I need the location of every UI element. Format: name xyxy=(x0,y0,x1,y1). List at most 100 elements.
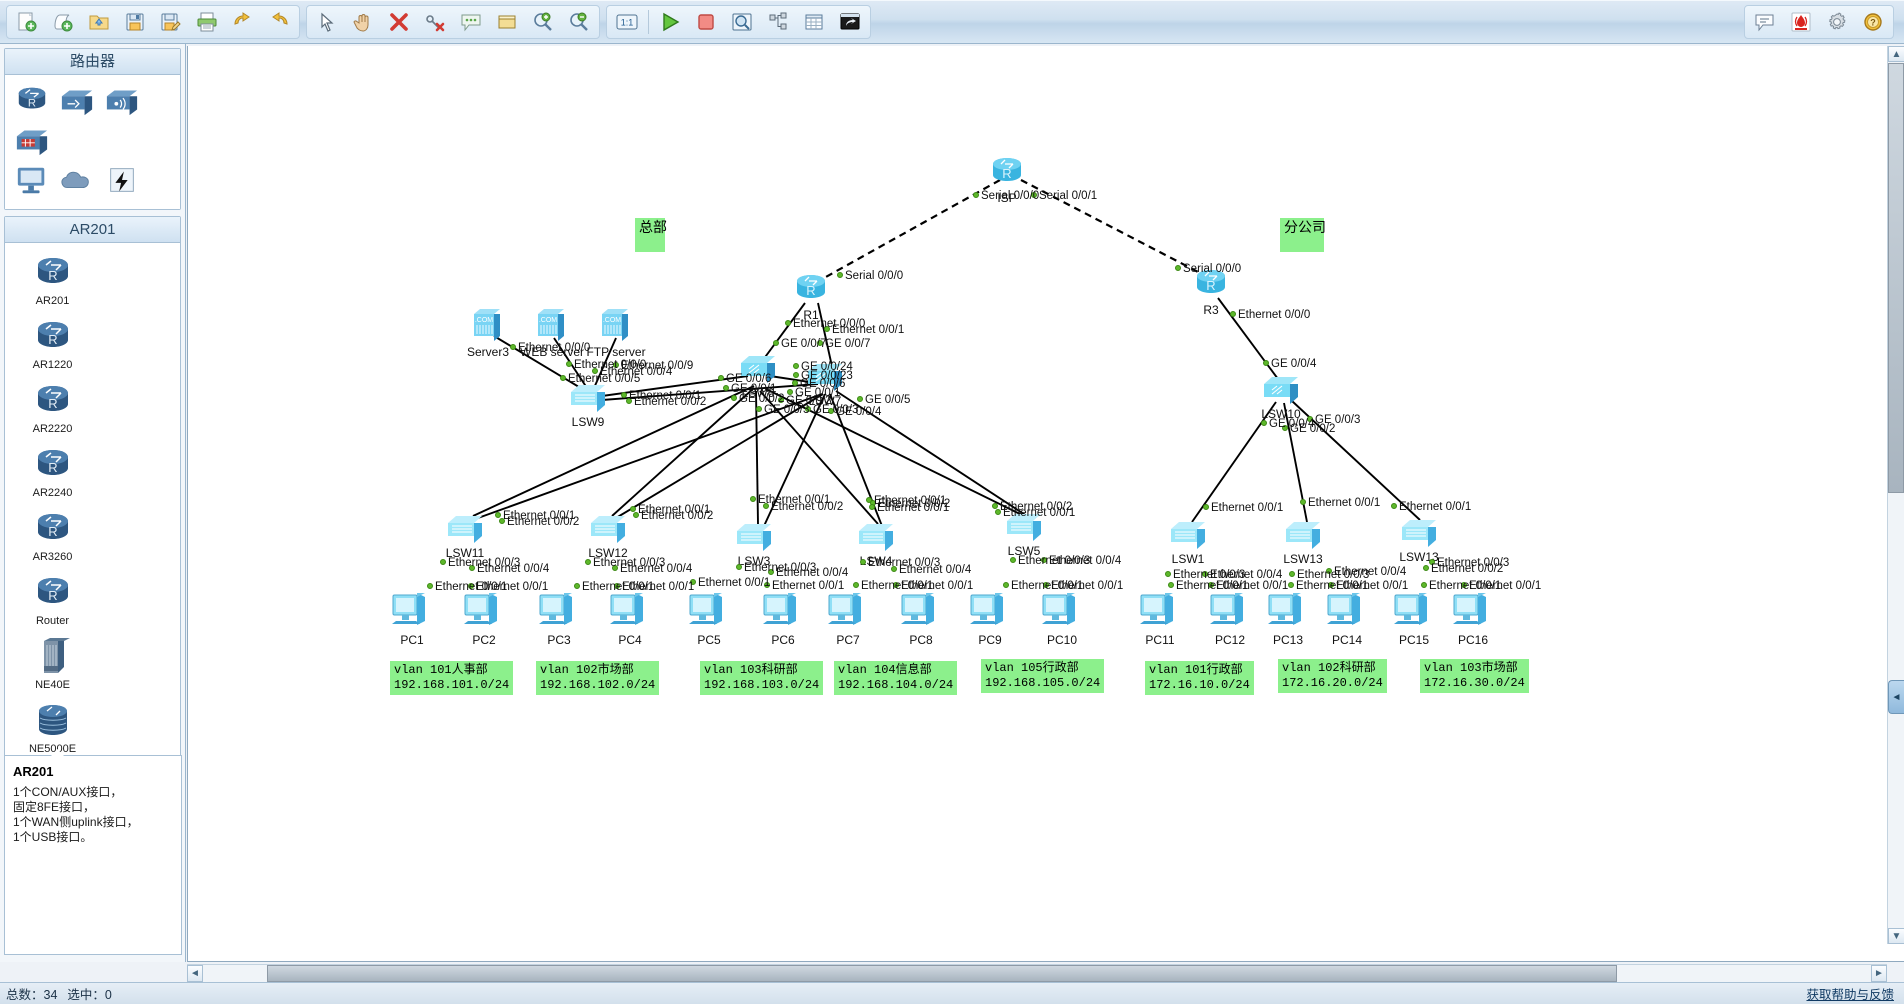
feedback-button[interactable] xyxy=(1747,7,1783,37)
select-tool-button[interactable] xyxy=(309,7,345,37)
save-button[interactable] xyxy=(117,7,153,37)
capture-button[interactable] xyxy=(724,7,760,37)
device-info-box: AR201 1个CON/AUX接口， 固定8FE接口， 1个WAN侧uplink… xyxy=(4,749,182,955)
help-button[interactable]: ? xyxy=(1855,7,1891,37)
toolbar-group-file xyxy=(6,4,300,39)
model-label: AR201 xyxy=(35,295,70,307)
svg-text:R: R xyxy=(48,460,57,475)
device-class-connection[interactable] xyxy=(99,163,144,197)
category-panel-title: 路由器 xyxy=(5,49,180,75)
topology-tree-button[interactable] xyxy=(760,7,796,37)
model-label: NE5000E xyxy=(28,743,77,755)
model-panel-title: AR201 xyxy=(5,217,180,243)
print-button[interactable] xyxy=(189,7,225,37)
delete-link-button[interactable] xyxy=(417,7,453,37)
svg-text:?: ? xyxy=(1870,17,1876,27)
device-class-endpoint[interactable] xyxy=(9,163,54,197)
device-library-panel: 路由器 R AR201 R AR201 R AR1220 R AR2220 R … xyxy=(0,44,186,962)
scroll-down-button[interactable]: ▼ xyxy=(1888,928,1904,944)
model-ne40e[interactable]: NE40E xyxy=(11,637,94,691)
side-drawer-toggle[interactable]: ◄ xyxy=(1888,680,1904,714)
note-vlan-105-admin[interactable]: vlan 105行政部 192.168.105.0/24 xyxy=(981,659,1105,693)
category-panel: 路由器 R xyxy=(4,48,181,210)
device-class-cloud[interactable] xyxy=(54,163,99,197)
svg-text:R: R xyxy=(48,588,57,603)
device-class-firewall[interactable] xyxy=(9,123,54,157)
zoom-out-button[interactable] xyxy=(561,7,597,37)
device-class-wlan[interactable] xyxy=(99,83,144,117)
open-folder-button[interactable] xyxy=(81,7,117,37)
note-vlan-102-research-branch[interactable]: vlan 102科研部 172.16.20.0/24 xyxy=(1278,659,1387,693)
scroll-left-button[interactable]: ◄ xyxy=(187,965,203,982)
model-label: Router xyxy=(35,615,70,627)
note-vlan-102-market[interactable]: vlan 102市场部 192.168.102.0/24 xyxy=(536,661,660,695)
grid-button[interactable] xyxy=(796,7,832,37)
add-shape-button[interactable] xyxy=(489,7,525,37)
note-vlan-101-admin-branch[interactable]: vlan 101行政部 172.16.10.0/24 xyxy=(1145,661,1254,695)
zoom-reset-button[interactable]: 1:1 xyxy=(609,7,645,37)
model-router[interactable]: R Router xyxy=(11,573,94,627)
note-vlan-101-hr[interactable]: vlan 101人事部 192.168.101.0/24 xyxy=(390,661,514,695)
category-panel-body: R xyxy=(5,75,180,209)
topology-notes-layer: 总部 分公司 vlan 101人事部 192.168.101.0/24 vlan 10… xyxy=(188,46,1868,936)
note-vlan-103-market-branch[interactable]: vlan 103市场部 172.16.30.0/24 xyxy=(1420,659,1529,693)
vertical-scroll-thumb[interactable] xyxy=(1888,63,1904,493)
status-total-count: 总数：34 xyxy=(6,988,58,1002)
toolbar-separator xyxy=(648,9,649,34)
model-ar3260[interactable]: R AR3260 xyxy=(11,509,94,563)
info-box-line: 1个WAN侧uplink接口， xyxy=(13,815,139,829)
toolbar-group-right: ? xyxy=(1744,4,1894,39)
info-box-line: 1个USB接口。 xyxy=(13,830,93,844)
info-box-line: 1个CON/AUX接口， xyxy=(13,785,123,799)
save-as-button[interactable] xyxy=(153,7,189,37)
model-ar201[interactable]: R AR201 xyxy=(11,253,94,307)
scroll-up-button[interactable]: ▲ xyxy=(1888,46,1904,62)
model-ar2240[interactable]: R AR2240 xyxy=(11,445,94,499)
topology-canvas[interactable]: R ISP R R1 R R3 .COM Server3 .COM WEB serve… xyxy=(188,46,1868,936)
topology-canvas-viewport[interactable]: R ISP R R1 R R3 .COM Server3 .COM WEB serve… xyxy=(187,46,1904,962)
model-ne5000e[interactable]: NE5000E xyxy=(11,701,94,755)
model-label: AR2240 xyxy=(32,487,73,499)
redo-button[interactable] xyxy=(261,7,297,37)
svg-text:R: R xyxy=(48,268,57,283)
device-class-switch[interactable] xyxy=(54,83,99,117)
category-row-1: R xyxy=(9,81,176,161)
model-label: NE40E xyxy=(35,679,70,691)
main-toolbar: 1:1 ? xyxy=(0,0,1904,44)
horizontal-scroll-thumb[interactable] xyxy=(267,965,1617,982)
undo-button[interactable] xyxy=(225,7,261,37)
note-vlan-103-research[interactable]: vlan 103科研部 192.168.103.0/24 xyxy=(700,661,824,695)
help-feedback-link[interactable]: 获取帮助与反馈 xyxy=(1806,984,1894,1003)
device-class-router[interactable]: R xyxy=(9,83,54,117)
category-row-2 xyxy=(9,161,176,201)
note-headquarters[interactable]: 总部 xyxy=(635,218,667,252)
settings-button[interactable] xyxy=(1819,7,1855,37)
scroll-right-button[interactable]: ► xyxy=(1871,965,1887,982)
model-label: AR3260 xyxy=(32,551,73,563)
toolbar-group-tools xyxy=(306,4,600,39)
new-scroll-button[interactable] xyxy=(45,7,81,37)
note-branch[interactable]: 分公司 xyxy=(1280,218,1326,252)
add-text-button[interactable] xyxy=(453,7,489,37)
model-ar2220[interactable]: R AR2220 xyxy=(11,381,94,435)
svg-text:R: R xyxy=(27,98,35,110)
huawei-logo-button[interactable] xyxy=(1783,7,1819,37)
start-all-button[interactable] xyxy=(652,7,688,37)
stop-all-button[interactable] xyxy=(688,7,724,37)
model-label: AR1220 xyxy=(32,359,73,371)
delete-button[interactable] xyxy=(381,7,417,37)
model-label: AR2220 xyxy=(32,423,73,435)
console-button[interactable] xyxy=(832,7,868,37)
new-topology-button[interactable] xyxy=(9,7,45,37)
status-bar: 总数：34 选中：0 获取帮助与反馈 xyxy=(0,982,1904,1004)
pan-tool-button[interactable] xyxy=(345,7,381,37)
vertical-scrollbar[interactable]: ▲ ▼ xyxy=(1887,46,1904,944)
horizontal-scrollbar[interactable]: ◄ ► xyxy=(187,964,1887,982)
note-vlan-104-info[interactable]: vlan 104信息部 192.168.104.0/24 xyxy=(834,661,958,695)
zoom-in-button[interactable] xyxy=(525,7,561,37)
svg-text:R: R xyxy=(48,332,57,347)
svg-text:R: R xyxy=(48,396,57,411)
info-box-line: 固定8FE接口， xyxy=(13,800,96,814)
toolbar-group-run: 1:1 xyxy=(606,4,871,39)
model-ar1220[interactable]: R AR1220 xyxy=(11,317,94,371)
